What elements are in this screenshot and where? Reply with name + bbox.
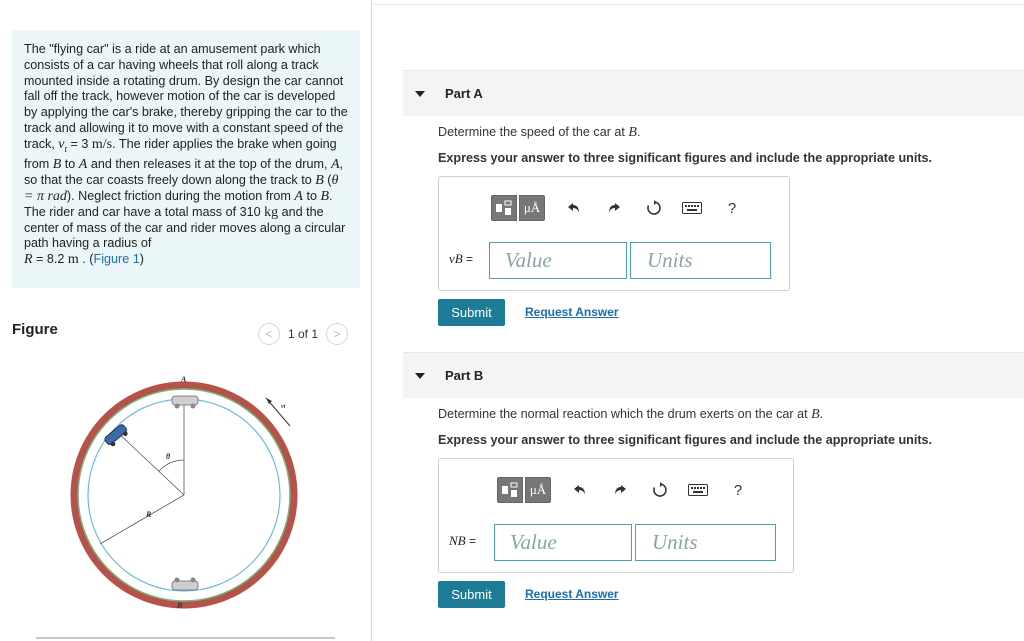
label-b: B [176,601,183,610]
part-a-question: Determine the speed of the car at B. [438,125,641,140]
figure-link[interactable]: Figure 1 [94,252,140,266]
help-icon[interactable]: ? [721,195,743,221]
help-icon[interactable]: ? [727,477,749,503]
part-a-instruction: Express your answer to three significant… [438,151,933,165]
unit: m [67,252,79,268]
unit: kg [264,204,279,220]
submit-button[interactable]: Submit [438,581,505,608]
variable-label: vB = [449,251,474,266]
label-theta: θ [166,452,171,461]
next-figure-button[interactable]: > [326,323,349,345]
point-a: A [294,188,303,204]
point-b: B [320,188,330,204]
right-panel: Part A Determine the speed of the car at… [373,0,1024,641]
point-b: B [315,173,324,189]
part-b-title: Part B [445,368,484,383]
problem-text: = 3 [67,136,92,151]
keyboard-icon[interactable] [681,195,703,221]
keyboard-icon[interactable] [687,477,709,503]
prev-figure-button[interactable]: < [258,323,280,345]
math-toolbar: μÅ ? [497,477,749,503]
unit: m/s [91,136,113,152]
problem-text: = 8.2 [32,252,68,267]
value-input[interactable] [494,524,632,561]
radius-line-b [99,494,185,545]
collapse-triangle-icon[interactable] [415,90,425,97]
problem-text: ). Neglect friction during the motion fr… [66,188,295,203]
templates-button[interactable] [497,477,523,503]
problem-text: and then releases it at the top of the d… [87,157,331,172]
redo-icon[interactable] [603,195,625,221]
math-toolbar: μÅ ? [491,195,743,221]
bottom-divider [36,637,335,639]
part-b-instruction: Express your answer to three significant… [438,433,933,447]
part-a-answer-box: μÅ ? vB = [438,176,790,291]
units-input[interactable] [635,524,776,561]
label-r: R [145,510,152,519]
label-a: A [180,375,187,384]
theta-arc [158,459,185,472]
top-divider [373,4,1024,5]
problem-text: to [61,157,79,172]
redo-icon[interactable] [609,477,631,503]
problem-text: The "flying car" is a ride at an amuseme… [24,42,348,151]
templates-icon [496,200,512,215]
value-input[interactable] [489,242,627,279]
problem-text: ) [139,252,144,267]
undo-icon[interactable] [563,195,585,221]
reset-icon[interactable] [649,477,671,503]
point-b: B [52,157,62,173]
request-answer-link[interactable]: Request Answer [525,587,619,601]
collapse-triangle-icon[interactable] [415,372,425,379]
point-a: A [330,157,340,173]
vt-arrowhead [266,398,272,404]
request-answer-link[interactable]: Request Answer [525,305,619,319]
templates-button[interactable] [491,195,517,221]
part-b-header[interactable]: Part B [403,352,1024,398]
part-b-question: Determine the normal reaction which the … [438,407,824,422]
variable-label: NB = [449,533,476,548]
units-symbol-button[interactable]: μÅ [519,195,545,221]
vt-symbol: vt [58,136,68,154]
car-bottom-icon [171,577,199,591]
problem-statement: The "flying car" is a ride at an amuseme… [12,30,360,288]
problem-text: to [302,188,321,203]
part-a-title: Part A [445,86,483,101]
problem-text: . ( [78,252,94,267]
part-b-answer-box: μÅ ? NB = [438,458,794,573]
units-input[interactable] [630,242,771,279]
templates-icon [502,482,518,497]
figure-pager: < 1 of 1 > [258,322,349,346]
units-symbol-button[interactable]: μÅ [525,477,551,503]
figure-heading: Figure [12,321,58,338]
part-a-header[interactable]: Part A [403,70,1024,116]
label-vt: vt [281,404,286,410]
left-panel: The "flying car" is a ride at an amuseme… [0,0,372,641]
submit-button[interactable]: Submit [438,299,505,326]
radius-symbol: R [24,252,33,268]
pager-count: 1 of 1 [288,327,319,341]
car-top-icon [171,395,199,409]
drum-figure: A B R θ vt [70,375,298,610]
undo-icon[interactable] [569,477,591,503]
reset-icon[interactable] [643,195,665,221]
